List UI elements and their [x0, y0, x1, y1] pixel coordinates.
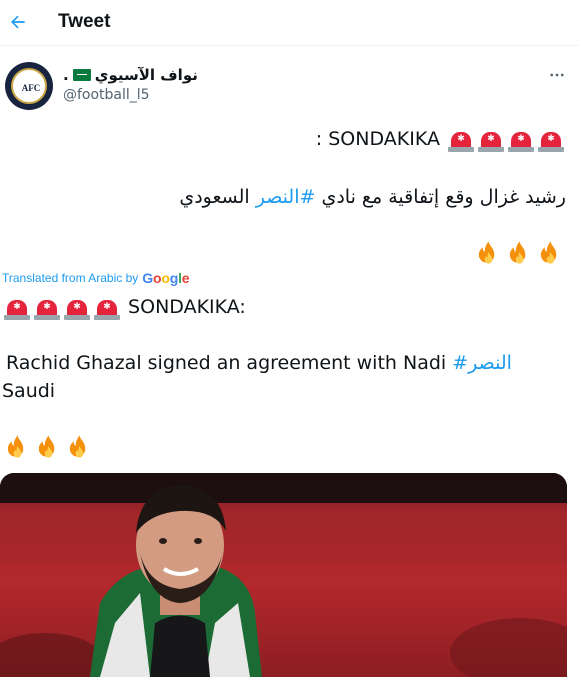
translated-from-label: Translated from Arabic by: [2, 271, 139, 285]
afc-logo: AFC: [11, 68, 47, 104]
translation-attribution[interactable]: Translated from Arabic by Google: [2, 270, 190, 286]
name-suffix: .: [63, 66, 69, 84]
fire-icon: [509, 241, 526, 264]
more-button[interactable]: [544, 62, 570, 88]
hashtag-link[interactable]: #النصر: [452, 352, 512, 374]
original-fire-row: [473, 239, 566, 267]
translated-headline: SONDAKIKA:: [128, 296, 246, 318]
saudi-flag-icon: [72, 69, 91, 81]
translated-body-text: Rachid Ghazal signed an agreement with N…: [6, 352, 453, 374]
player-photo: [0, 473, 567, 677]
fire-icon: [478, 241, 495, 264]
original-headline: : SONDAKIKA: [315, 128, 440, 150]
police-siren-icon: ✱: [94, 296, 120, 320]
fire-icon: [38, 435, 55, 458]
author-name[interactable]: نواف الآسيوي .: [63, 64, 198, 86]
translated-headline-line: ✱ ✱ ✱ ✱ SONDAKIKA:: [2, 294, 246, 320]
fire-icon: [540, 241, 557, 264]
translated-body-line2: Saudi: [2, 380, 56, 402]
original-body-text-end: السعودي: [179, 186, 256, 208]
police-siren-icon: ✱: [64, 296, 90, 320]
translated-fire-row: [2, 433, 95, 461]
avatar[interactable]: AFC: [5, 62, 53, 110]
more-icon: [550, 73, 564, 77]
fire-icon: [69, 435, 86, 458]
top-bar: Tweet: [0, 0, 579, 46]
original-body-text: رشيد غزال وقع إتفاقية مع نادي: [315, 186, 566, 208]
police-siren-icon: ✱: [34, 296, 60, 320]
fire-icon: [7, 435, 24, 458]
display-name: نواف الآسيوي: [94, 66, 198, 84]
translated-body-line1: Rachid Ghazal signed an agreement with N…: [6, 350, 512, 376]
google-logo: Google: [142, 270, 190, 286]
page-title: Tweet: [58, 11, 111, 32]
avatar-logo-text: AFC: [21, 83, 41, 93]
police-siren-icon: ✱: [4, 296, 30, 320]
original-body: رشيد غزال وقع إتفاقية مع نادي #النصر الس…: [179, 184, 566, 210]
police-siren-icon: ✱: [538, 128, 564, 152]
tweet-photo[interactable]: [0, 473, 567, 677]
police-siren-icon: ✱: [448, 128, 474, 152]
original-headline-line: : SONDAKIKA ✱ ✱ ✱ ✱: [316, 126, 566, 152]
police-siren-icon: ✱: [478, 128, 504, 152]
author-handle[interactable]: @football_l5: [63, 87, 150, 103]
hashtag-link[interactable]: #النصر: [256, 186, 316, 208]
police-siren-icon: ✱: [508, 128, 534, 152]
back-arrow-icon: [11, 15, 25, 29]
back-button[interactable]: [0, 4, 36, 40]
